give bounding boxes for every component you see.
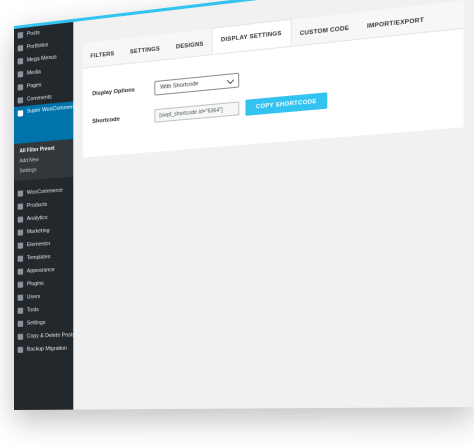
sidebar-item-label: Media <box>26 68 41 77</box>
sidebar-item-label: Mega Menus <box>26 53 57 64</box>
analytics-icon <box>17 215 24 223</box>
sidebar-item-label: Plugins <box>26 280 44 287</box>
tab-designs[interactable]: DESIGNS <box>168 33 212 59</box>
wrench-icon <box>17 307 24 314</box>
users-icon <box>17 294 24 301</box>
sidebar-item-label: Templates <box>26 253 51 261</box>
filter-icon <box>17 110 24 117</box>
admin-sidebar: Posts Portfolios Mega Menus Media Pages Comme… <box>14 21 111 410</box>
comment-icon <box>17 96 24 104</box>
brush-icon <box>17 268 24 275</box>
elementor-icon <box>17 241 24 249</box>
sidebar-item-super-woocommerce-product-filter[interactable]: Super WooCommerce Product Filter <box>14 101 111 144</box>
sidebar-item-label: Backup Migration <box>26 345 67 353</box>
stage: Posts Portfolios Mega Menus Media Pages Comme… <box>0 0 474 447</box>
sidebar-item-label: Pages <box>26 81 42 90</box>
tab-filters[interactable]: FILTERS <box>83 43 122 68</box>
pin-icon <box>17 31 24 39</box>
sidebar-submenu: All Filter Preset Add New Settings <box>14 138 74 181</box>
menu-icon <box>17 57 24 65</box>
backup-icon <box>17 346 24 353</box>
sidebar-item-backup-migration[interactable]: Backup Migration <box>14 341 73 356</box>
templates-icon <box>17 255 24 262</box>
chevron-down-icon <box>226 76 235 84</box>
media-icon <box>17 70 24 78</box>
settings-icon <box>17 320 24 327</box>
tab-settings[interactable]: SETTINGS <box>122 38 168 64</box>
sidebar-item-label: Appearance <box>26 266 55 274</box>
sidebar-item-label: Marketing <box>26 227 50 235</box>
sidebar-item-label: Products <box>26 201 48 209</box>
megaphone-icon <box>17 228 24 236</box>
products-icon <box>17 202 24 210</box>
copy-icon <box>17 333 24 340</box>
woocommerce-icon <box>17 189 24 197</box>
display-options-value: With Shortcode <box>160 80 199 91</box>
page-icon <box>17 83 24 91</box>
admin-window: Posts Portfolios Mega Menus Media Pages Comme… <box>14 0 474 410</box>
sidebar-item-label: Portfolios <box>26 41 49 51</box>
portfolio-icon <box>17 44 24 52</box>
sidebar-item-label: Tools <box>26 306 39 314</box>
sidebar-item-label: Settings <box>26 319 46 327</box>
sidebar-item-label: Elementor <box>26 240 51 248</box>
plugin-icon <box>17 281 24 288</box>
sidebar-item-label: Analytics <box>26 214 48 222</box>
sidebar-item-label: Posts <box>26 29 40 38</box>
sidebar-item-label: Comments <box>26 93 52 103</box>
sidebar-item-label: Copy & Delete Posts <box>26 331 75 340</box>
sidebar-item-label: WooCommerce <box>26 187 63 196</box>
shortcode-label: Shortcode <box>92 115 120 125</box>
main-content: FILTERS SETTINGS DESIGNS DISPLAY SETTINGS CU… <box>73 0 474 410</box>
display-options-label: Display Options <box>92 87 135 98</box>
sidebar-item-label: Users <box>26 293 41 301</box>
